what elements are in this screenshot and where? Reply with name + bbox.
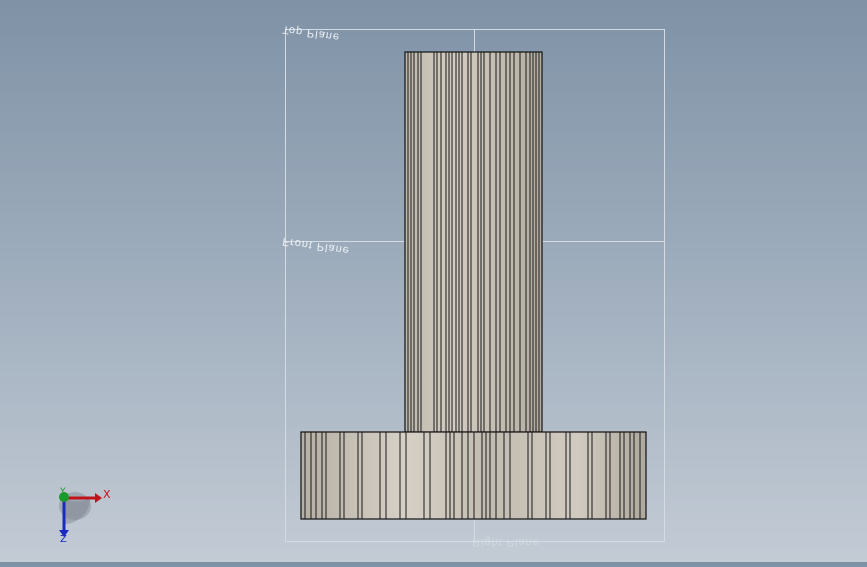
shaft-body[interactable]: [404, 51, 543, 433]
triad-x-label: X: [103, 488, 111, 501]
gear-body[interactable]: [300, 431, 647, 520]
top-plane-label[interactable]: Top Plane: [282, 23, 341, 43]
right-plane-label[interactable]: Right Plane: [472, 536, 540, 548]
front-plane-label[interactable]: Front Plane: [282, 235, 351, 256]
graphics-viewport[interactable]: Top Plane Front Plane Right Plane X Y Z: [0, 0, 867, 562]
reference-triad[interactable]: X Y Z: [59, 487, 111, 545]
model-canvas[interactable]: Top Plane Front Plane Right Plane X Y Z: [0, 0, 867, 562]
triad-z-label: Z: [60, 534, 67, 545]
triad-y-label: Y: [59, 487, 66, 497]
